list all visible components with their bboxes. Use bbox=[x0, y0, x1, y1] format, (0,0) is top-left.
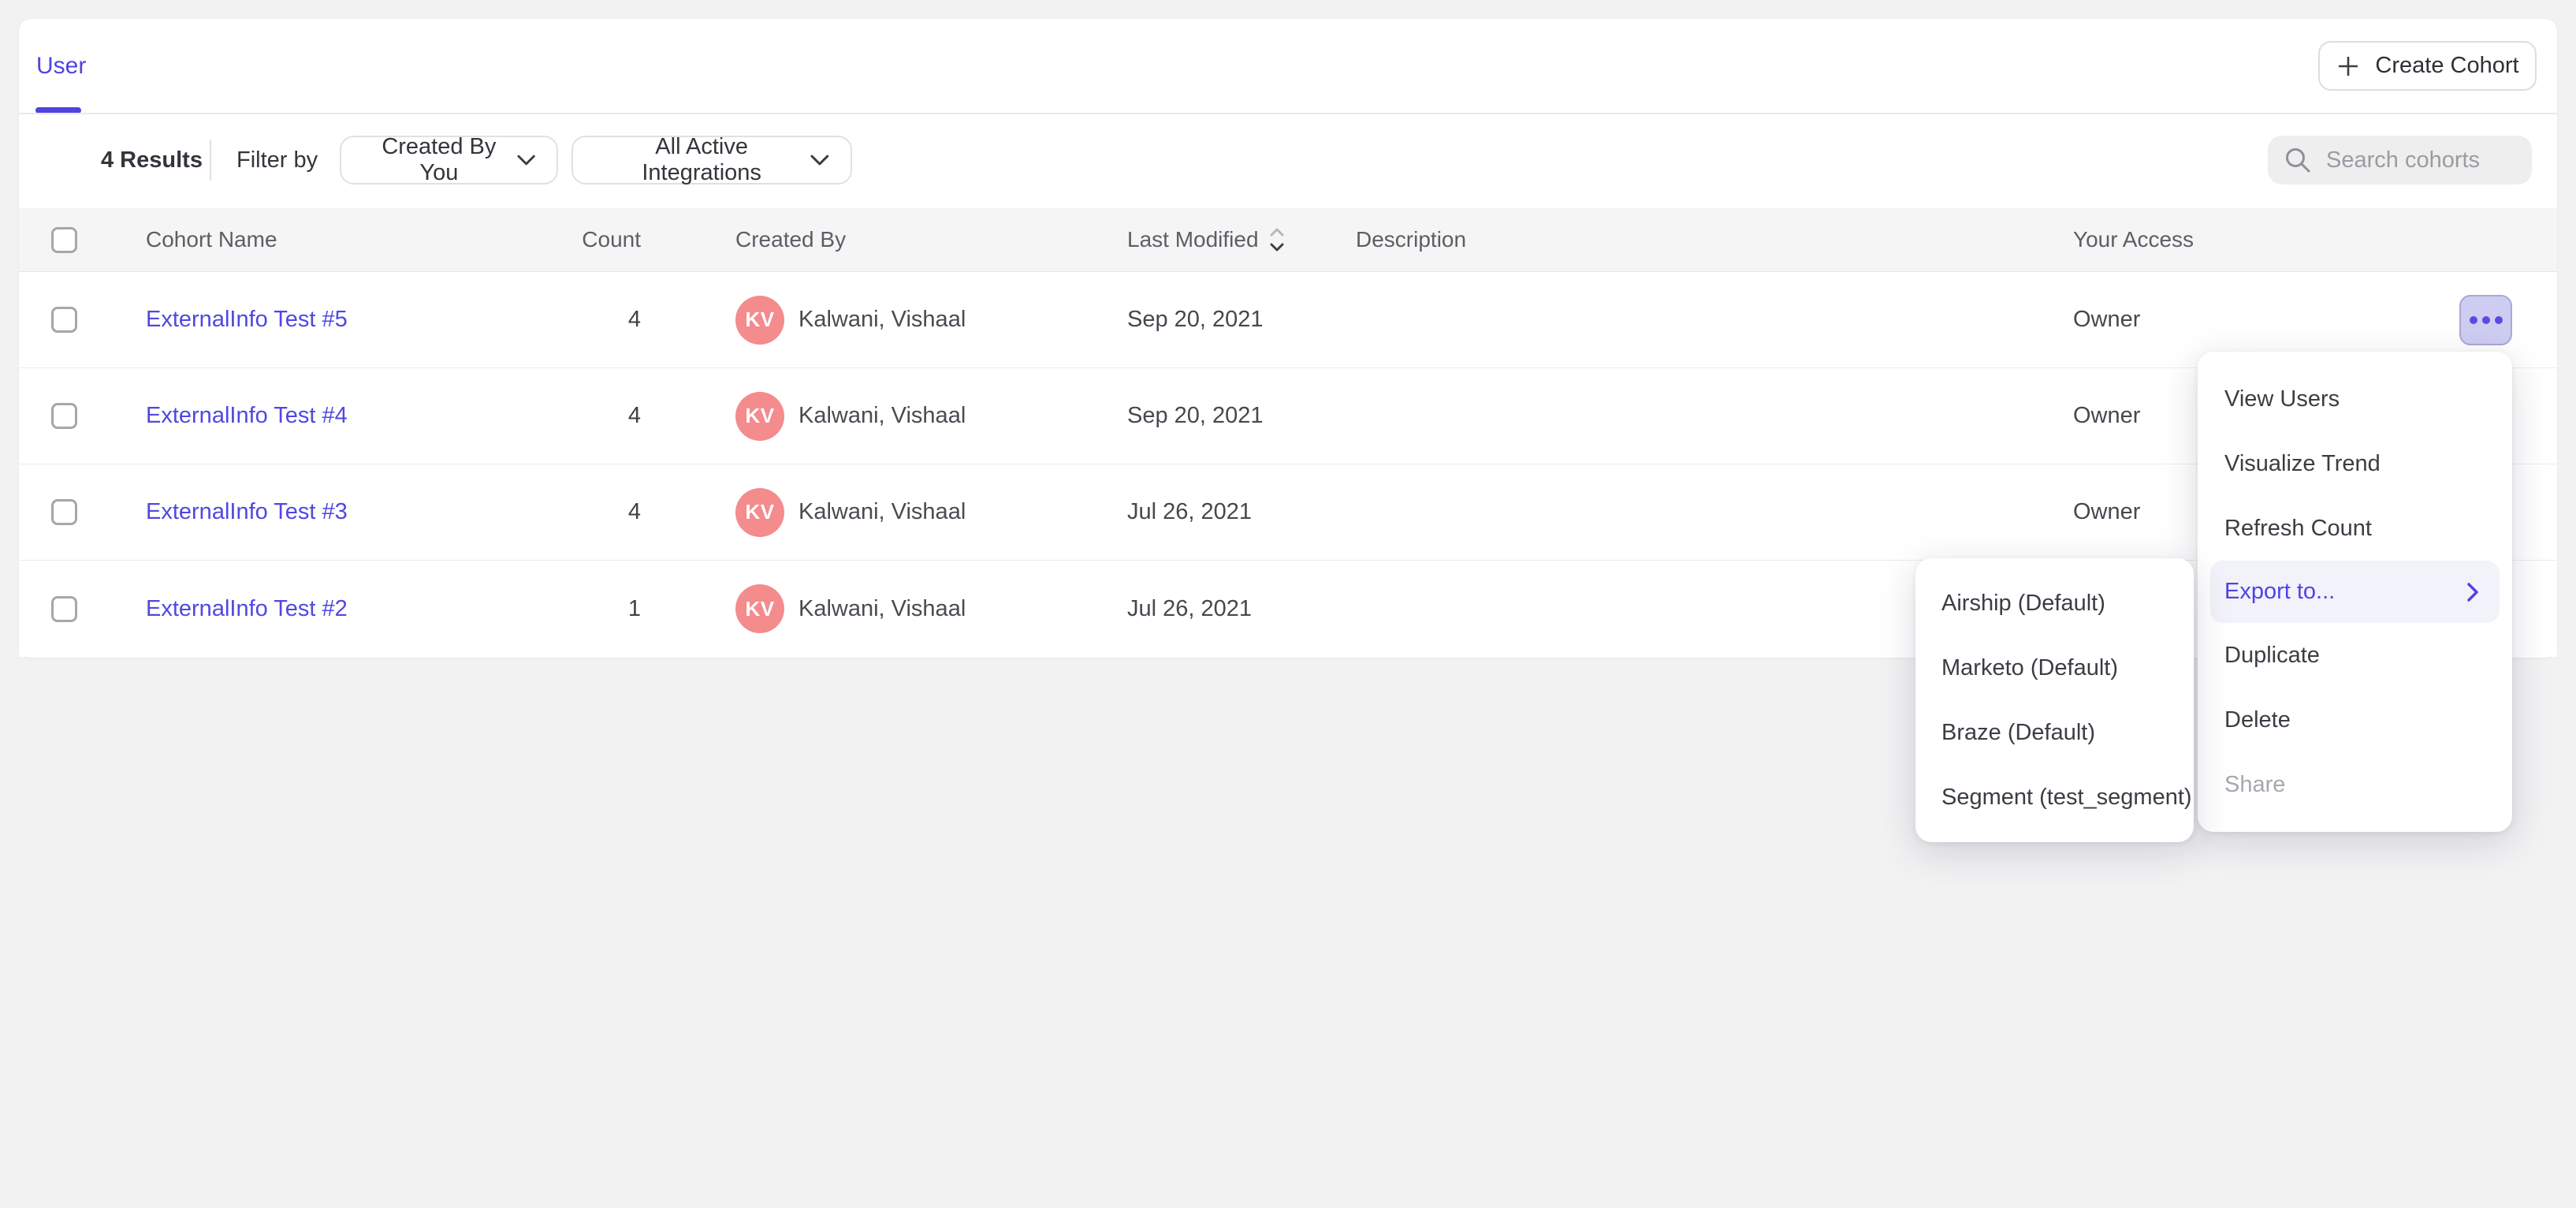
cohort-name-link[interactable]: ExternalInfo Test #3 bbox=[146, 499, 348, 525]
cohort-count: 4 bbox=[504, 464, 641, 560]
export-submenu: Airship (Default) Marketo (Default) Braz… bbox=[1915, 558, 2194, 842]
chevron-down-icon bbox=[810, 154, 830, 166]
submenu-item-braze[interactable]: Braze (Default) bbox=[1915, 700, 2194, 765]
avatar: KV bbox=[735, 392, 784, 441]
cohorts-page: User Create Cohort 4 Results Filter by C… bbox=[0, 0, 2576, 1208]
chevron-down-icon bbox=[516, 154, 536, 166]
cohort-name-link[interactable]: ExternalInfo Test #5 bbox=[146, 307, 348, 333]
filterbar-divider bbox=[210, 140, 211, 181]
access-level: Owner bbox=[2073, 307, 2140, 333]
menu-item-export-to[interactable]: Export to... bbox=[2210, 561, 2500, 623]
created-by-name: Kalwani, Vishaal bbox=[798, 596, 966, 622]
table-row: ExternalInfo Test #5 4 KV Kalwani, Visha… bbox=[19, 272, 2557, 368]
table-row: ExternalInfo Test #3 4 KV Kalwani, Visha… bbox=[19, 464, 2557, 561]
column-header-count: Count bbox=[504, 208, 641, 271]
filter-by-label: Filter by bbox=[236, 136, 318, 185]
menu-item-share: Share bbox=[2198, 752, 2512, 817]
row-context-menu: View Users Visualize Trend Refresh Count… bbox=[2198, 352, 2512, 832]
column-header-created-by: Created By bbox=[735, 208, 846, 271]
access-level: Owner bbox=[2073, 499, 2140, 525]
search-cohorts-box[interactable] bbox=[2268, 136, 2532, 185]
menu-item-delete[interactable]: Delete bbox=[2198, 688, 2512, 752]
menu-item-refresh-count[interactable]: Refresh Count bbox=[2198, 496, 2512, 561]
submenu-item-marketo[interactable]: Marketo (Default) bbox=[1915, 636, 2194, 700]
created-by-name: Kalwani, Vishaal bbox=[798, 307, 966, 333]
row-checkbox[interactable] bbox=[51, 307, 77, 333]
cohort-count: 4 bbox=[504, 368, 641, 464]
column-header-last-modified[interactable]: Last Modified bbox=[1127, 208, 1286, 271]
plus-icon bbox=[2336, 54, 2361, 79]
created-by-name: Kalwani, Vishaal bbox=[798, 403, 966, 429]
integrations-dropdown[interactable]: All Active Integrations bbox=[571, 136, 852, 185]
tab-user-label: User bbox=[36, 53, 86, 80]
integrations-dropdown-value: All Active Integrations bbox=[594, 134, 810, 186]
menu-item-visualize-trend[interactable]: Visualize Trend bbox=[2198, 431, 2512, 496]
access-level: Owner bbox=[2073, 403, 2140, 429]
last-modified-date: Sep 20, 2021 bbox=[1127, 307, 1264, 333]
sort-icon bbox=[1268, 226, 1286, 253]
results-count: 4 Results bbox=[101, 136, 203, 185]
menu-item-view-users[interactable]: View Users bbox=[2198, 367, 2512, 431]
cohort-count: 1 bbox=[504, 561, 641, 657]
chevron-right-icon bbox=[2466, 582, 2479, 602]
tabbar-divider bbox=[19, 113, 2557, 114]
row-checkbox[interactable] bbox=[51, 596, 77, 622]
last-modified-date: Sep 20, 2021 bbox=[1127, 403, 1264, 429]
create-cohort-button[interactable]: Create Cohort bbox=[2318, 41, 2537, 91]
column-header-your-access: Your Access bbox=[2073, 208, 2194, 271]
last-modified-date: Jul 26, 2021 bbox=[1127, 499, 1252, 525]
table-row: ExternalInfo Test #4 4 KV Kalwani, Visha… bbox=[19, 368, 2557, 464]
table-header: Cohort Name Count Created By Last Modifi… bbox=[19, 208, 2557, 272]
menu-item-duplicate[interactable]: Duplicate bbox=[2198, 623, 2512, 688]
ellipsis-icon bbox=[2470, 316, 2503, 324]
column-header-description: Description bbox=[1356, 208, 1466, 271]
tab-user[interactable]: User bbox=[36, 19, 86, 113]
row-actions-button[interactable] bbox=[2459, 295, 2512, 345]
created-by-dropdown-value: Created By You bbox=[362, 134, 516, 186]
cohort-name-link[interactable]: ExternalInfo Test #4 bbox=[146, 403, 348, 429]
search-input[interactable] bbox=[2326, 147, 2507, 173]
row-checkbox[interactable] bbox=[51, 403, 77, 429]
avatar: KV bbox=[735, 488, 784, 537]
submenu-item-airship[interactable]: Airship (Default) bbox=[1915, 571, 2194, 636]
avatar: KV bbox=[735, 296, 784, 345]
create-cohort-label: Create Cohort bbox=[2375, 53, 2518, 79]
column-header-last-modified-label: Last Modified bbox=[1127, 227, 1259, 252]
avatar: KV bbox=[735, 584, 784, 633]
submenu-item-segment[interactable]: Segment (test_segment) bbox=[1915, 765, 2194, 830]
search-icon bbox=[2284, 146, 2312, 174]
created-by-name: Kalwani, Vishaal bbox=[798, 499, 966, 525]
select-all-checkbox[interactable] bbox=[51, 227, 77, 253]
last-modified-date: Jul 26, 2021 bbox=[1127, 596, 1252, 622]
cohort-name-link[interactable]: ExternalInfo Test #2 bbox=[146, 596, 348, 622]
column-header-cohort-name: Cohort Name bbox=[146, 208, 277, 271]
created-by-dropdown[interactable]: Created By You bbox=[340, 136, 558, 185]
menu-item-export-to-label: Export to... bbox=[2224, 579, 2335, 605]
row-checkbox[interactable] bbox=[51, 499, 77, 525]
cohort-count: 4 bbox=[504, 272, 641, 367]
